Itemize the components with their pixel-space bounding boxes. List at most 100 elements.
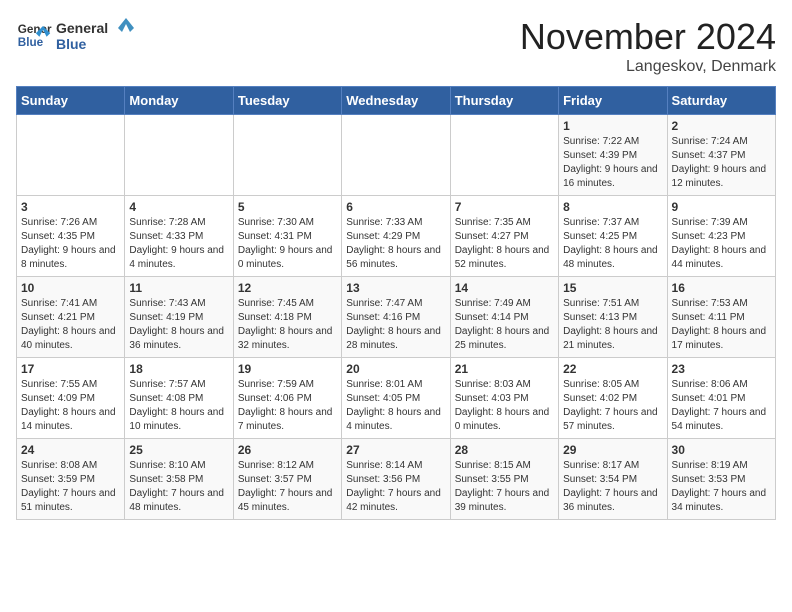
day-number: 9 <box>672 200 771 214</box>
day-info: Sunrise: 8:14 AM Sunset: 3:56 PM Dayligh… <box>346 459 445 515</box>
column-header-saturday: Saturday <box>667 87 775 115</box>
day-info: Sunrise: 8:05 AM Sunset: 4:02 PM Dayligh… <box>563 378 662 434</box>
day-number: 14 <box>455 281 554 295</box>
column-header-friday: Friday <box>559 87 667 115</box>
day-number: 12 <box>238 281 337 295</box>
calendar-body: 1 Sunrise: 7:22 AM Sunset: 4:39 PM Daylig… <box>17 115 776 520</box>
day-cell: 24 Sunrise: 8:08 AM Sunset: 3:59 PM Dayli… <box>17 439 125 520</box>
day-info: Sunrise: 8:19 AM Sunset: 3:53 PM Dayligh… <box>672 459 771 515</box>
day-number: 10 <box>21 281 120 295</box>
day-cell: 12 Sunrise: 7:45 AM Sunset: 4:18 PM Dayli… <box>233 277 341 358</box>
svg-text:General: General <box>56 20 108 36</box>
day-info: Sunrise: 7:35 AM Sunset: 4:27 PM Dayligh… <box>455 216 554 272</box>
logo-icon: General Blue <box>16 17 52 53</box>
day-number: 27 <box>346 443 445 457</box>
day-number: 22 <box>563 362 662 376</box>
day-number: 24 <box>21 443 120 457</box>
day-cell: 5Sunrise: 7:30 AM Sunset: 4:31 PM Daylig… <box>233 196 341 277</box>
day-number: 26 <box>238 443 337 457</box>
day-info: Sunrise: 7:39 AM Sunset: 4:23 PM Dayligh… <box>672 216 771 272</box>
day-cell: 1 Sunrise: 7:22 AM Sunset: 4:39 PM Daylig… <box>559 115 667 196</box>
calendar-table: SundayMondayTuesdayWednesdayThursdayFrid… <box>16 86 776 520</box>
logo: General Blue General Blue <box>16 16 136 54</box>
day-number: 30 <box>672 443 771 457</box>
column-header-thursday: Thursday <box>450 87 558 115</box>
week-row-1: 1 Sunrise: 7:22 AM Sunset: 4:39 PM Daylig… <box>17 115 776 196</box>
day-cell <box>450 115 558 196</box>
column-header-tuesday: Tuesday <box>233 87 341 115</box>
calendar-subtitle: Langeskov, Denmark <box>520 58 776 76</box>
day-cell: 27 Sunrise: 8:14 AM Sunset: 3:56 PM Dayli… <box>342 439 450 520</box>
header: General Blue General Blue November 2024 … <box>16 16 776 76</box>
day-cell: 10 Sunrise: 7:41 AM Sunset: 4:21 PM Dayli… <box>17 277 125 358</box>
day-info: Sunrise: 7:49 AM Sunset: 4:14 PM Dayligh… <box>455 297 554 353</box>
day-cell <box>233 115 341 196</box>
day-number: 6 <box>346 200 445 214</box>
day-number: 19 <box>238 362 337 376</box>
title-area: November 2024 Langeskov, Denmark <box>520 16 776 76</box>
calendar-header-row: SundayMondayTuesdayWednesdayThursdayFrid… <box>17 87 776 115</box>
day-info: Sunrise: 7:45 AM Sunset: 4:18 PM Dayligh… <box>238 297 337 353</box>
day-info: Sunrise: 7:53 AM Sunset: 4:11 PM Dayligh… <box>672 297 771 353</box>
day-cell: 19 Sunrise: 7:59 AM Sunset: 4:06 PM Dayli… <box>233 358 341 439</box>
day-cell: 7 Sunrise: 7:35 AM Sunset: 4:27 PM Daylig… <box>450 196 558 277</box>
svg-text:Blue: Blue <box>18 36 44 49</box>
day-number: 15 <box>563 281 662 295</box>
day-cell: 20 Sunrise: 8:01 AM Sunset: 4:05 PM Dayli… <box>342 358 450 439</box>
day-info: Sunrise: 8:08 AM Sunset: 3:59 PM Dayligh… <box>21 459 120 515</box>
column-header-monday: Monday <box>125 87 233 115</box>
day-number: 11 <box>129 281 228 295</box>
day-number: 21 <box>455 362 554 376</box>
day-cell: 16Sunrise: 7:53 AM Sunset: 4:11 PM Dayli… <box>667 277 775 358</box>
day-cell: 9 Sunrise: 7:39 AM Sunset: 4:23 PM Daylig… <box>667 196 775 277</box>
day-number: 17 <box>21 362 120 376</box>
column-header-sunday: Sunday <box>17 87 125 115</box>
day-number: 7 <box>455 200 554 214</box>
week-row-2: 3 Sunrise: 7:26 AM Sunset: 4:35 PM Daylig… <box>17 196 776 277</box>
day-number: 3 <box>21 200 120 214</box>
week-row-5: 24 Sunrise: 8:08 AM Sunset: 3:59 PM Dayli… <box>17 439 776 520</box>
day-info: Sunrise: 8:12 AM Sunset: 3:57 PM Dayligh… <box>238 459 337 515</box>
day-info: Sunrise: 8:10 AM Sunset: 3:58 PM Dayligh… <box>129 459 228 515</box>
day-info: Sunrise: 7:26 AM Sunset: 4:35 PM Dayligh… <box>21 216 120 272</box>
day-number: 1 <box>563 119 662 133</box>
day-cell <box>17 115 125 196</box>
day-cell: 2Sunrise: 7:24 AM Sunset: 4:37 PM Daylig… <box>667 115 775 196</box>
day-number: 28 <box>455 443 554 457</box>
day-cell: 28 Sunrise: 8:15 AM Sunset: 3:55 PM Dayli… <box>450 439 558 520</box>
day-cell: 6 Sunrise: 7:33 AM Sunset: 4:29 PM Daylig… <box>342 196 450 277</box>
day-number: 8 <box>563 200 662 214</box>
day-cell: 29 Sunrise: 8:17 AM Sunset: 3:54 PM Dayli… <box>559 439 667 520</box>
day-info: Sunrise: 7:41 AM Sunset: 4:21 PM Dayligh… <box>21 297 120 353</box>
day-number: 20 <box>346 362 445 376</box>
day-info: Sunrise: 7:51 AM Sunset: 4:13 PM Dayligh… <box>563 297 662 353</box>
day-cell: 13Sunrise: 7:47 AM Sunset: 4:16 PM Dayli… <box>342 277 450 358</box>
day-cell: 14 Sunrise: 7:49 AM Sunset: 4:14 PM Dayli… <box>450 277 558 358</box>
week-row-3: 10 Sunrise: 7:41 AM Sunset: 4:21 PM Dayli… <box>17 277 776 358</box>
calendar-title: November 2024 <box>520 16 776 58</box>
day-info: Sunrise: 8:17 AM Sunset: 3:54 PM Dayligh… <box>563 459 662 515</box>
day-cell: 30 Sunrise: 8:19 AM Sunset: 3:53 PM Dayli… <box>667 439 775 520</box>
day-info: Sunrise: 8:01 AM Sunset: 4:05 PM Dayligh… <box>346 378 445 434</box>
day-cell: 25 Sunrise: 8:10 AM Sunset: 3:58 PM Dayli… <box>125 439 233 520</box>
day-number: 29 <box>563 443 662 457</box>
svg-text:Blue: Blue <box>56 36 87 52</box>
day-info: Sunrise: 8:15 AM Sunset: 3:55 PM Dayligh… <box>455 459 554 515</box>
logo-text: General Blue <box>56 16 136 54</box>
day-cell: 26 Sunrise: 8:12 AM Sunset: 3:57 PM Dayli… <box>233 439 341 520</box>
day-info: Sunrise: 8:03 AM Sunset: 4:03 PM Dayligh… <box>455 378 554 434</box>
day-cell: 3 Sunrise: 7:26 AM Sunset: 4:35 PM Daylig… <box>17 196 125 277</box>
day-info: Sunrise: 8:06 AM Sunset: 4:01 PM Dayligh… <box>672 378 771 434</box>
day-cell: 22 Sunrise: 8:05 AM Sunset: 4:02 PM Dayli… <box>559 358 667 439</box>
day-info: Sunrise: 7:59 AM Sunset: 4:06 PM Dayligh… <box>238 378 337 434</box>
day-info: Sunrise: 7:33 AM Sunset: 4:29 PM Dayligh… <box>346 216 445 272</box>
day-info: Sunrise: 7:55 AM Sunset: 4:09 PM Dayligh… <box>21 378 120 434</box>
day-number: 25 <box>129 443 228 457</box>
day-cell: 8 Sunrise: 7:37 AM Sunset: 4:25 PM Daylig… <box>559 196 667 277</box>
day-info: Sunrise: 7:24 AM Sunset: 4:37 PM Dayligh… <box>672 135 771 191</box>
day-info: Sunrise: 7:57 AM Sunset: 4:08 PM Dayligh… <box>129 378 228 434</box>
day-cell: 21 Sunrise: 8:03 AM Sunset: 4:03 PM Dayli… <box>450 358 558 439</box>
day-info: Sunrise: 7:22 AM Sunset: 4:39 PM Dayligh… <box>563 135 662 191</box>
day-number: 13 <box>346 281 445 295</box>
day-info: Sunrise: 7:37 AM Sunset: 4:25 PM Dayligh… <box>563 216 662 272</box>
